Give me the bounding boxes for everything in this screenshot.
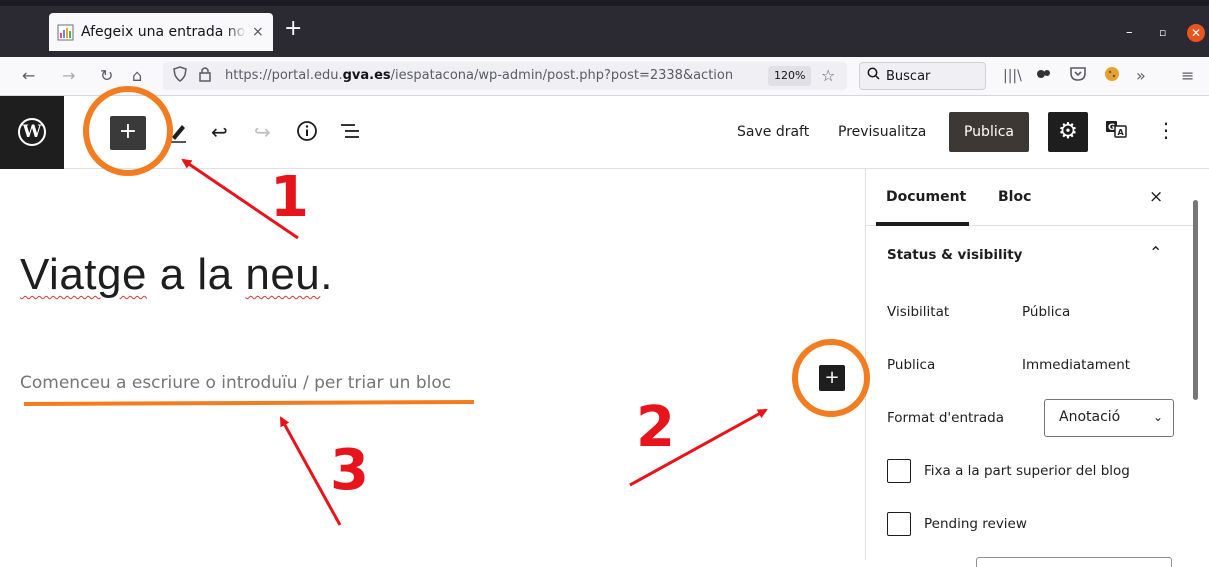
active-tab-indicator [876,222,969,226]
settings-gear-icon: ⚙ [1058,119,1078,144]
post-format-select[interactable]: Anotació ⌄ [1044,399,1174,437]
chevron-down-icon: ⌄ [1153,410,1164,424]
save-draft-button[interactable]: Save draft [737,124,809,140]
edit-pencil-icon[interactable] [168,120,188,149]
browser-tab[interactable]: Afegeix una entrada nova × [49,13,273,51]
publish-value[interactable]: Immediatament [1022,357,1130,373]
menu-icon[interactable]: ≡ [1181,66,1194,86]
window-close-icon[interactable]: ✕ [1187,24,1205,42]
url-text[interactable]: https://portal.edu.gva.es/iespatacona/wp… [225,68,733,83]
wordpress-favicon-icon [57,24,74,41]
browser-tab-bar: Afegeix una entrada nova × + – ▫ ✕ [0,0,1209,57]
format-label: Format d'entrada [887,410,1004,426]
extension-icon[interactable] [1036,66,1052,86]
scrollbar-thumb[interactable] [1193,200,1198,400]
svg-text:A: A [1118,128,1125,137]
publish-label: Publica [887,357,936,373]
inline-add-block-button[interactable]: + [819,365,845,391]
tab-document[interactable]: Document [886,189,966,205]
forward-icon[interactable]: → [62,66,75,86]
chevron-up-icon[interactable]: ⌃ [1149,243,1162,262]
maximize-icon[interactable]: ▫ [1159,26,1166,39]
settings-button[interactable]: ⚙ [1048,112,1088,152]
pocket-icon[interactable] [1070,66,1086,86]
more-options-icon[interactable]: ⋮ [1156,118,1176,142]
wordpress-logo-icon: W [18,118,46,146]
sidebar-close-icon[interactable]: × [1149,187,1163,207]
post-format-value: Anotació [1059,409,1121,425]
redo-icon[interactable]: ↪ [254,120,271,144]
add-block-button[interactable]: + [110,116,146,150]
visibility-value[interactable]: Pública [1022,304,1070,320]
tab-block[interactable]: Bloc [998,189,1031,205]
annotation-label-3: 3 [330,438,369,503]
wordpress-logo-button[interactable]: W [0,96,64,169]
annotation-label-2: 2 [636,395,675,460]
settings-sidebar: Document Bloc × Status & visibility ⌃ Vi… [865,169,1209,567]
undo-icon[interactable]: ↩ [211,120,228,144]
author-select[interactable] [976,557,1172,567]
sticky-label: Fixa a la part superior del blog [924,463,1130,479]
translate-icon[interactable]: GA [1105,120,1127,142]
search-placeholder: Buscar [886,69,931,84]
back-icon[interactable]: ← [22,66,35,86]
pending-review-label: Pending review [924,516,1027,532]
info-icon[interactable] [296,120,318,147]
sidebar-tabs: Document Bloc × [866,169,1196,226]
home-icon[interactable]: ⌂ [132,66,142,86]
new-tab-button[interactable]: + [284,17,302,41]
pending-review-checkbox[interactable] [887,512,911,536]
post-title[interactable]: Viatge a la neu. [20,250,333,300]
sticky-checkbox[interactable] [887,459,911,483]
outline-list-icon[interactable] [339,120,361,147]
search-icon [867,66,880,86]
annotation-label-1: 1 [270,165,309,230]
tab-title: Afegeix una entrada nova [81,24,246,40]
url-bar[interactable]: https://portal.edu.gva.es/iespatacona/wp… [163,62,847,90]
block-placeholder[interactable]: Comenceu a escriure o introduïu / per tr… [20,373,451,393]
tab-close-icon[interactable]: × [252,24,264,40]
highlight-underline-3 [23,400,475,406]
reload-icon[interactable]: ↻ [100,66,113,86]
panel-title[interactable]: Status & visibility [887,247,1022,263]
browser-nav-bar: ← → ↻ ⌂ https://portal.edu.gva.es/iespat… [0,57,1209,96]
sidebar-scrollbar[interactable] [1190,180,1200,560]
minimize-icon[interactable]: – [1126,25,1133,40]
cookie-icon[interactable] [1104,66,1120,87]
shield-icon[interactable] [173,66,187,87]
visibility-label: Visibilitat [887,304,950,320]
browser-search-input[interactable]: Buscar [859,62,986,90]
zoom-level[interactable]: 120% [768,66,812,86]
lock-icon[interactable] [199,66,211,87]
library-icon[interactable]: |||\ [1003,66,1022,86]
publish-button[interactable]: Publica [949,112,1029,152]
star-icon[interactable]: ☆ [821,66,835,86]
preview-button[interactable]: Previsualitza [838,124,926,140]
overflow-icon[interactable]: » [1136,66,1146,86]
editor-header-toolbar: W + ↩ ↪ Save draft Previsualitza Publica… [0,96,1209,169]
tab-strip-edge [0,0,1209,6]
